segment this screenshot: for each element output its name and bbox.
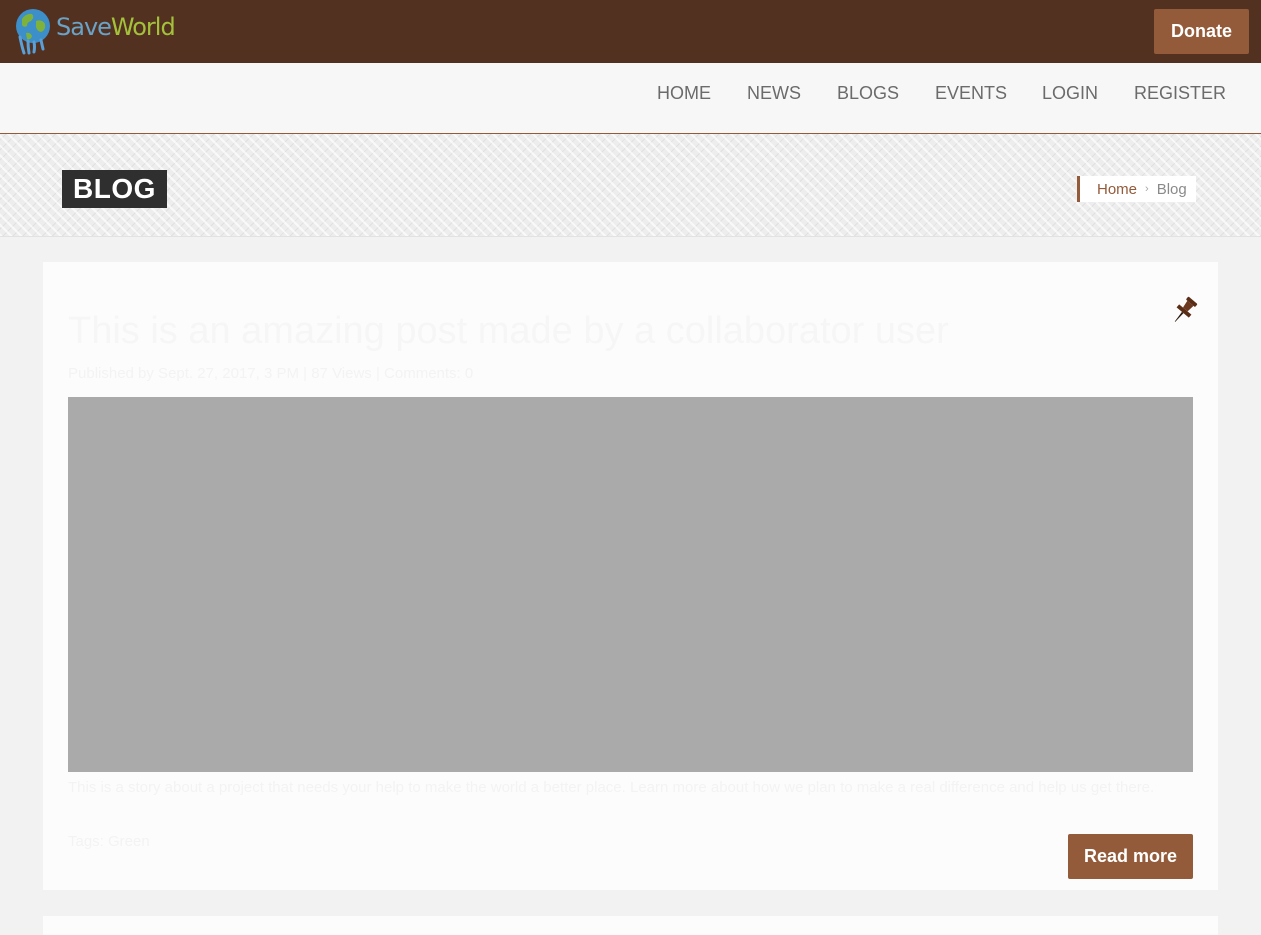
post-excerpt: This is a story about a project that nee…: [68, 779, 1155, 796]
nav-item-home[interactable]: HOME: [657, 83, 711, 104]
logo-text-world: World: [110, 13, 176, 41]
page-header: BLOG Home › Blog: [0, 134, 1261, 237]
nav-item-register[interactable]: REGISTER: [1134, 83, 1226, 104]
post-image-placeholder[interactable]: [68, 397, 1193, 772]
breadcrumb-home-link[interactable]: Home: [1097, 181, 1137, 198]
post-tags: Tags: Green: [68, 833, 150, 850]
read-more-button[interactable]: Read more: [1068, 834, 1193, 879]
nav-item-login[interactable]: LOGIN: [1042, 83, 1098, 104]
pushpin-icon: [1174, 296, 1198, 322]
chevron-right-icon: ›: [1145, 183, 1149, 195]
post-title[interactable]: This is an amazing post made by a collab…: [68, 310, 949, 353]
donate-button[interactable]: Donate: [1154, 9, 1249, 54]
breadcrumb: Home › Blog: [1077, 176, 1196, 202]
site-logo[interactable]: SaveWorld: [14, 6, 176, 56]
post-meta: Published by Sept. 27, 2017, 3 PM | 87 V…: [68, 365, 474, 382]
top-bar: SaveWorld Donate: [0, 0, 1261, 63]
blog-post-card: This is an amazing post made by a collab…: [43, 262, 1218, 890]
main-nav: HOME NEWS BLOGS EVENTS LOGIN REGISTER: [0, 63, 1261, 134]
logo-text: SaveWorld: [56, 13, 176, 41]
logo-text-save: Save: [56, 13, 112, 41]
breadcrumb-current: Blog: [1156, 180, 1187, 198]
nav-item-blogs[interactable]: BLOGS: [837, 83, 899, 104]
nav-item-events[interactable]: EVENTS: [935, 83, 1007, 104]
next-post-card: [43, 916, 1218, 935]
nav-item-news[interactable]: NEWS: [747, 83, 801, 104]
globe-icon: [16, 9, 50, 55]
page-title: BLOG: [62, 170, 167, 208]
